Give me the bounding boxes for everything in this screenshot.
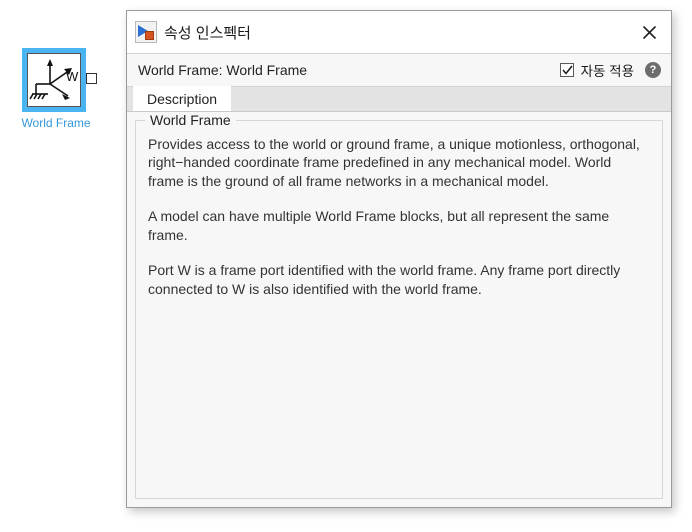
world-frame-group-box: World Frame Provides access to the world… [135,112,663,499]
description-paragraph: A model can have multiple World Frame bl… [148,208,610,243]
close-icon[interactable] [627,11,671,53]
subheader-controls: 자동 적용 ? [559,60,661,80]
auto-apply-label[interactable]: 자동 적용 [581,60,634,80]
description-paragraph: Port W is a frame port identified with t… [148,262,621,297]
tab-description[interactable]: Description [133,86,232,111]
property-inspector-dialog: 속성 인스펙터 World Frame: World Frame 자동 적용 ?… [126,10,672,508]
tab-strip: Description [127,86,671,112]
tab-panel-description: World Frame Provides access to the world… [127,112,671,507]
checkmark-icon [561,65,573,75]
help-icon[interactable]: ? [645,62,661,78]
simulink-canvas: W World Frame [0,0,126,532]
world-frame-block[interactable]: W World Frame [21,48,97,130]
group-box-legend: World Frame [145,112,236,128]
dialog-subheader: World Frame: World Frame 자동 적용 ? [127,54,671,87]
block-output-port[interactable] [86,73,97,84]
dialog-title: 속성 인스펙터 [164,24,251,42]
property-inspector-icon [135,21,157,43]
description-paragraph: Provides access to the world or ground f… [148,136,640,189]
block-name-label: World Frame [21,116,91,130]
dialog-titlebar: 속성 인스펙터 [127,11,671,54]
auto-apply-checkbox[interactable] [559,63,574,77]
inspected-object-title: World Frame: World Frame [138,62,308,78]
block-port-label: W [66,69,79,84]
